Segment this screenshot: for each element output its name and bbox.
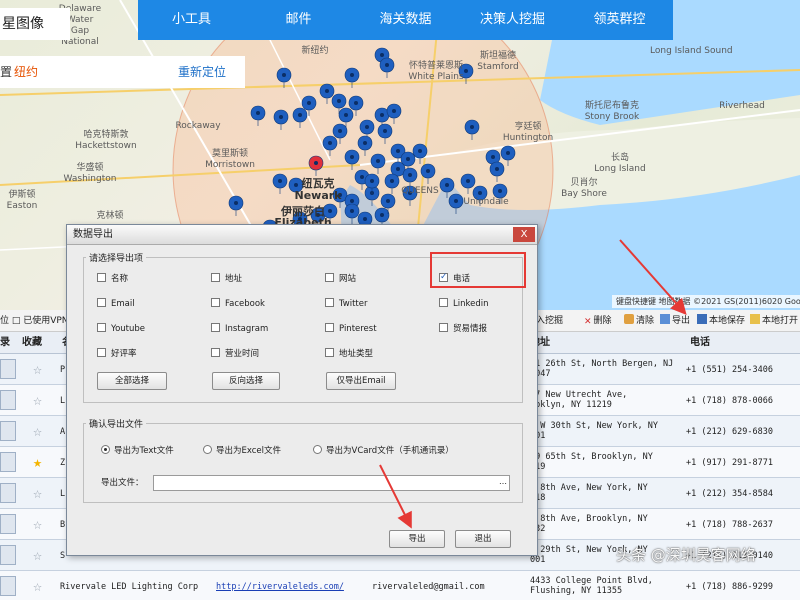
- watermark: 头条 @深圳昊客网络: [616, 546, 756, 564]
- annotation-arrows: [379, 239, 687, 529]
